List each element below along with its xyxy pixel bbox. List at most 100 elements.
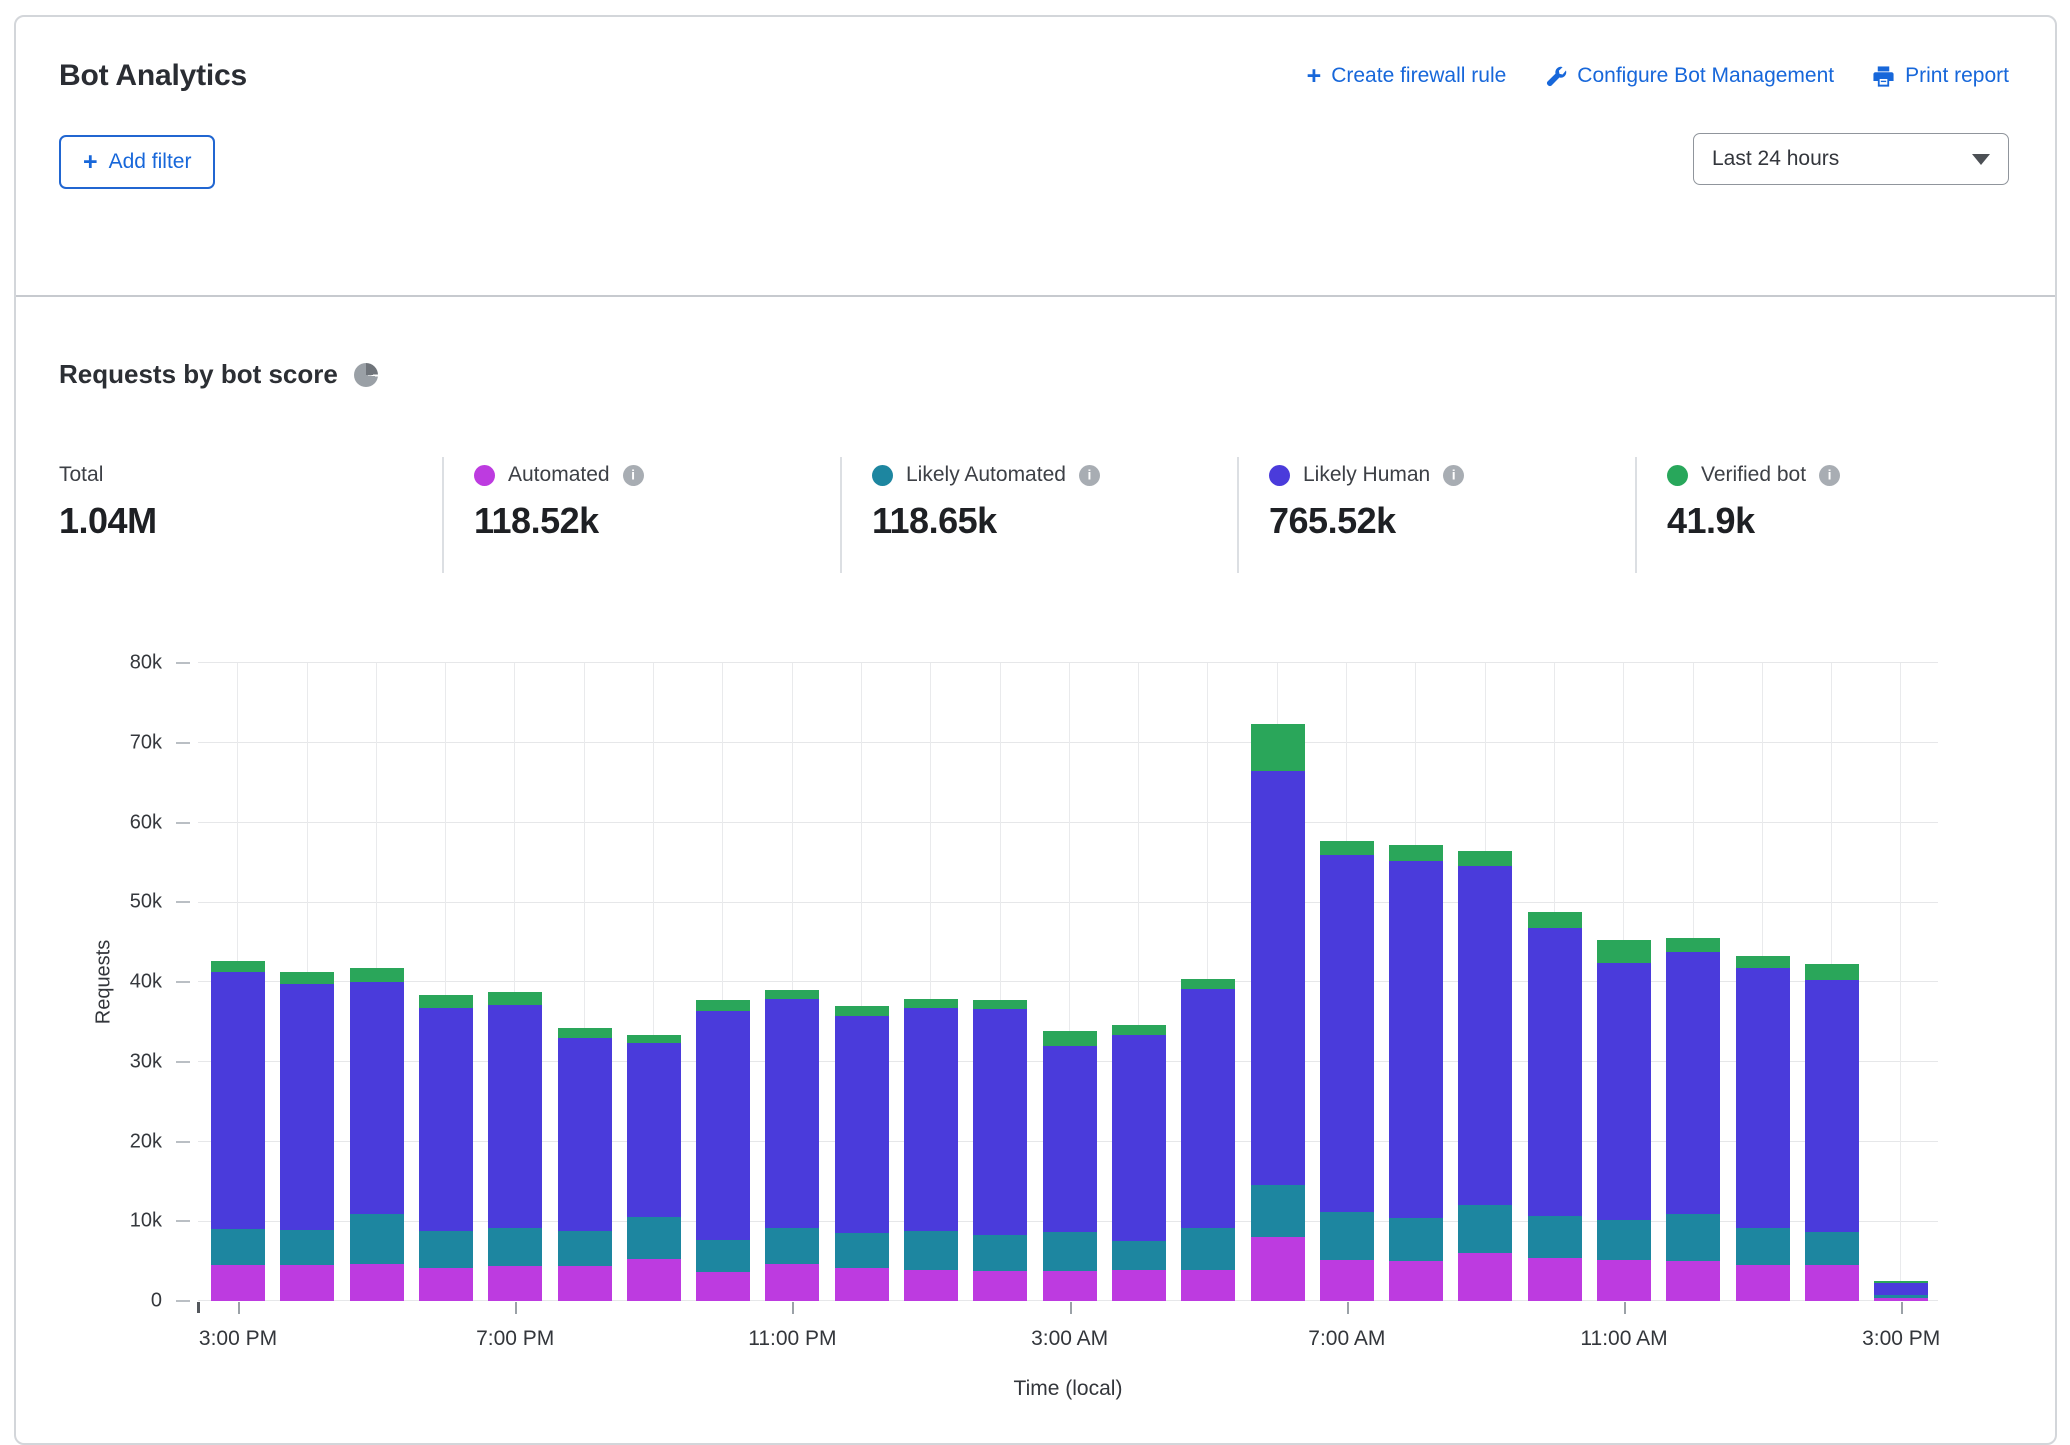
bar-segment[interactable] <box>558 1028 612 1038</box>
bar-segment[interactable] <box>1043 1271 1097 1301</box>
bar-segment[interactable] <box>1389 1261 1443 1301</box>
bar-segment[interactable] <box>1597 1220 1651 1261</box>
bar-segment[interactable] <box>1805 1232 1859 1265</box>
bar-segment[interactable] <box>1181 1228 1235 1270</box>
bar-segment[interactable] <box>1666 1261 1720 1301</box>
bar-segment[interactable] <box>765 990 819 999</box>
bar-segment[interactable] <box>696 1240 750 1272</box>
bar-segment[interactable] <box>1320 841 1374 855</box>
bar-segment[interactable] <box>1458 866 1512 1205</box>
info-icon[interactable] <box>1079 465 1100 486</box>
bar-segment[interactable] <box>419 1268 473 1301</box>
create-firewall-rule-link[interactable]: + Create firewall rule <box>1307 64 1507 88</box>
bar-segment[interactable] <box>627 1035 681 1044</box>
bar-segment[interactable] <box>1805 980 1859 1232</box>
bar-segment[interactable] <box>350 968 404 982</box>
bar-segment[interactable] <box>1528 928 1582 1217</box>
bar-segment[interactable] <box>1528 1216 1582 1257</box>
bar-segment[interactable] <box>419 1231 473 1268</box>
bar-segment[interactable] <box>696 1011 750 1240</box>
bar-segment[interactable] <box>1528 912 1582 928</box>
bar-segment[interactable] <box>280 1265 334 1301</box>
bar-segment[interactable] <box>1736 968 1790 1227</box>
bar-segment[interactable] <box>419 1008 473 1231</box>
bar-segment[interactable] <box>280 984 334 1230</box>
info-icon[interactable] <box>1819 465 1840 486</box>
time-range-select[interactable]: Last 24 hours <box>1693 133 2009 185</box>
add-filter-button[interactable]: + Add filter <box>59 135 215 189</box>
bar-segment[interactable] <box>1112 1241 1166 1270</box>
bar-segment[interactable] <box>419 995 473 1009</box>
bar-segment[interactable] <box>627 1217 681 1258</box>
bar-segment[interactable] <box>627 1043 681 1217</box>
bar-segment[interactable] <box>765 1264 819 1301</box>
bar-segment[interactable] <box>1251 1185 1305 1237</box>
bar-segment[interactable] <box>1043 1046 1097 1232</box>
bar-segment[interactable] <box>558 1231 612 1266</box>
bar-segment[interactable] <box>558 1038 612 1231</box>
bar-segment[interactable] <box>835 1006 889 1016</box>
bar-segment[interactable] <box>1805 964 1859 979</box>
print-report-link[interactable]: Print report <box>1872 64 2009 88</box>
bar-segment[interactable] <box>488 992 542 1005</box>
bar-segment[interactable] <box>1805 1265 1859 1301</box>
bar-segment[interactable] <box>1874 1295 1928 1298</box>
bar-segment[interactable] <box>973 1009 1027 1235</box>
bar-segment[interactable] <box>1251 771 1305 1185</box>
bar-segment[interactable] <box>211 1229 265 1265</box>
bar-segment[interactable] <box>1736 1265 1790 1301</box>
bar-segment[interactable] <box>835 1016 889 1234</box>
bar-segment[interactable] <box>1666 952 1720 1214</box>
bar-segment[interactable] <box>973 1271 1027 1301</box>
bar-segment[interactable] <box>1043 1232 1097 1271</box>
bar-segment[interactable] <box>1458 851 1512 866</box>
bar-segment[interactable] <box>211 972 265 1229</box>
configure-bot-management-link[interactable]: Configure Bot Management <box>1544 64 1834 88</box>
bar-segment[interactable] <box>350 1214 404 1263</box>
bar-segment[interactable] <box>1528 1258 1582 1301</box>
bar-segment[interactable] <box>835 1268 889 1301</box>
bar-segment[interactable] <box>1320 855 1374 1211</box>
bar-segment[interactable] <box>1666 938 1720 952</box>
bar-segment[interactable] <box>350 1264 404 1301</box>
bar-segment[interactable] <box>904 1231 958 1270</box>
bar-segment[interactable] <box>1389 861 1443 1218</box>
bar-segment[interactable] <box>1112 1035 1166 1241</box>
bar-segment[interactable] <box>280 972 334 985</box>
bar-segment[interactable] <box>211 1265 265 1301</box>
bar-segment[interactable] <box>1181 989 1235 1227</box>
bar-segment[interactable] <box>1874 1281 1928 1283</box>
bar-segment[interactable] <box>1181 1270 1235 1301</box>
bar-segment[interactable] <box>904 1270 958 1301</box>
bar-segment[interactable] <box>1666 1214 1720 1261</box>
bar-segment[interactable] <box>280 1230 334 1265</box>
bar-segment[interactable] <box>904 999 958 1009</box>
bar-segment[interactable] <box>696 1000 750 1010</box>
bar-segment[interactable] <box>1251 1237 1305 1301</box>
info-icon[interactable] <box>623 465 644 486</box>
bar-segment[interactable] <box>696 1272 750 1302</box>
bar-segment[interactable] <box>1736 1228 1790 1265</box>
info-icon[interactable] <box>1443 465 1464 486</box>
bar-segment[interactable] <box>350 982 404 1214</box>
bar-segment[interactable] <box>1597 1260 1651 1301</box>
bar-segment[interactable] <box>765 999 819 1228</box>
bar-segment[interactable] <box>835 1233 889 1268</box>
bar-segment[interactable] <box>1458 1205 1512 1253</box>
bar-segment[interactable] <box>1320 1212 1374 1260</box>
bar-segment[interactable] <box>1251 724 1305 771</box>
bar-segment[interactable] <box>627 1259 681 1301</box>
bar-segment[interactable] <box>1458 1253 1512 1301</box>
bar-segment[interactable] <box>1389 845 1443 861</box>
bar-segment[interactable] <box>1389 1218 1443 1261</box>
bar-segment[interactable] <box>1112 1270 1166 1301</box>
bar-segment[interactable] <box>904 1008 958 1231</box>
bar-segment[interactable] <box>1736 956 1790 969</box>
bar-segment[interactable] <box>1320 1260 1374 1301</box>
bar-segment[interactable] <box>1181 979 1235 989</box>
bar-segment[interactable] <box>1597 963 1651 1220</box>
bar-segment[interactable] <box>973 1235 1027 1271</box>
bar-segment[interactable] <box>488 1266 542 1301</box>
bar-segment[interactable] <box>1112 1025 1166 1035</box>
bar-segment[interactable] <box>1874 1283 1928 1295</box>
